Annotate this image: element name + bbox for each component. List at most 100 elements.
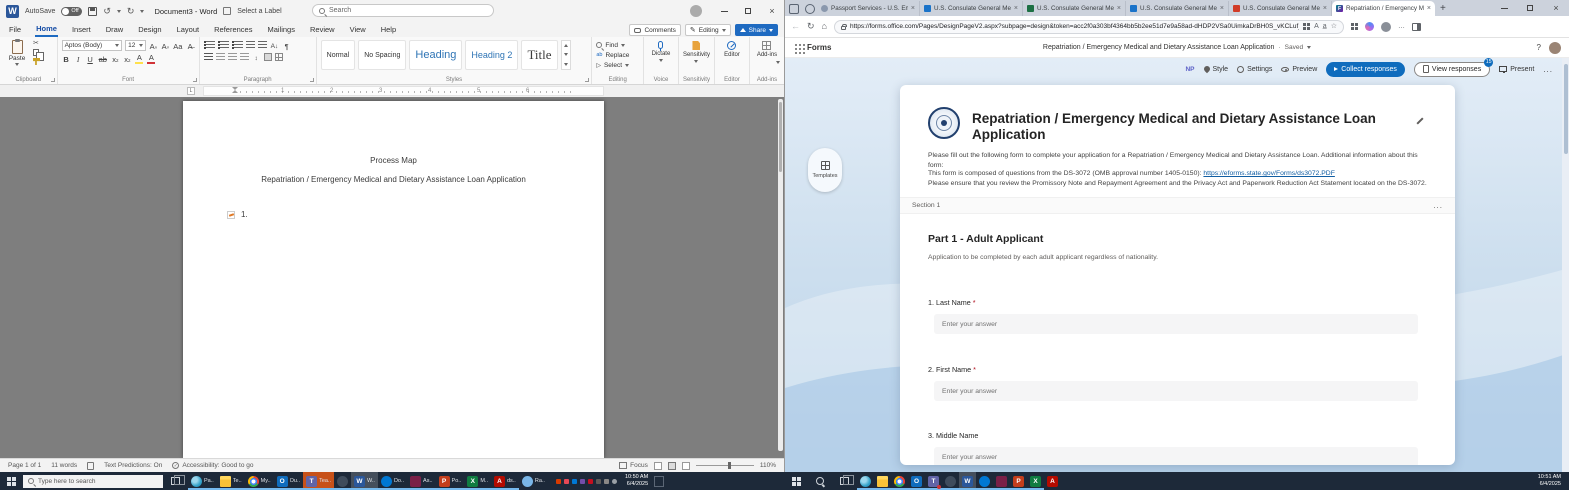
tab-review[interactable]: Review (309, 23, 336, 36)
styles-gallery-scroll[interactable] (561, 40, 571, 70)
shading-icon[interactable] (264, 53, 272, 61)
dialog-launcher-icon[interactable] (193, 78, 197, 82)
close-button[interactable]: × (1543, 0, 1569, 16)
taskbar-app-acrobat[interactable]: A (1044, 472, 1061, 490)
question-3-label[interactable]: 3. Middle Name (928, 431, 978, 440)
settings-button[interactable]: Settings (1237, 66, 1272, 73)
view-responses-button[interactable]: View responses15 (1414, 62, 1490, 77)
form-description-3[interactable]: Please ensure that you review the Promis… (928, 179, 1430, 189)
taskbar-app-explorer[interactable] (874, 472, 891, 490)
question-1-label[interactable]: 1. Last Name* (928, 298, 976, 307)
change-case-button[interactable]: Aa (173, 41, 183, 51)
autocorrect-options-icon[interactable] (227, 211, 235, 219)
question-3-input[interactable] (934, 447, 1418, 465)
editing-mode-button[interactable]: ✎Editing (685, 24, 731, 36)
taskbar-app-teams[interactable]: TTea.. (303, 472, 334, 490)
word-count[interactable]: 11 words (51, 462, 77, 469)
tab-forms-active[interactable]: F Repatriation / Emergency Medi × (1332, 1, 1435, 16)
share-button[interactable]: Share (735, 24, 778, 36)
font-color-button[interactable]: A (147, 53, 156, 64)
restore-button[interactable] (736, 0, 760, 22)
numbered-list-icon[interactable] (218, 41, 229, 49)
scrollbar-thumb[interactable] (1564, 64, 1568, 154)
user-avatar[interactable] (690, 5, 702, 17)
taskbar-app-onedrive[interactable]: Do.. (378, 472, 407, 490)
taskbar-app-excel[interactable]: X (1027, 472, 1044, 490)
browser-more-icon[interactable]: … (1398, 23, 1405, 30)
tab-mailings[interactable]: Mailings (266, 23, 296, 36)
search-icon[interactable] (816, 477, 824, 485)
editor-button[interactable]: Editor (719, 40, 745, 58)
taskbar-clock[interactable]: 10:51 AM 6/4/2025 (1538, 474, 1569, 488)
bold-button[interactable]: B (62, 54, 71, 64)
browser-scrollbar[interactable] (1562, 58, 1569, 472)
addins-button[interactable]: Add-ins (754, 40, 780, 58)
tab-layout[interactable]: Layout (176, 23, 201, 36)
undo-caret-icon[interactable] (117, 10, 121, 13)
tab-stop-selector[interactable]: L (187, 87, 195, 95)
taskbar-app-explorer[interactable]: Te.. (217, 472, 245, 490)
taskbar-app-outlook[interactable]: O (908, 472, 925, 490)
sensitivity-button[interactable]: Sensitivity (683, 40, 710, 63)
minimize-button[interactable] (712, 0, 736, 22)
increase-indent-icon[interactable] (258, 41, 267, 49)
strikethrough-button[interactable]: ab (98, 54, 108, 64)
select-button[interactable]: ▷Select (596, 60, 639, 70)
show-desktop-button[interactable] (654, 476, 664, 487)
tab-design[interactable]: Design (137, 23, 162, 36)
forms-user-avatar[interactable] (1549, 42, 1561, 54)
read-mode-button[interactable] (654, 462, 662, 470)
clear-formatting-button[interactable]: A̶ (186, 41, 195, 51)
taskbar-app-excel[interactable]: XM.. (464, 472, 491, 490)
tab-consulate-2[interactable]: U.S. Consulate General Melbou × (1023, 1, 1126, 16)
refresh-icon[interactable]: ↻ (807, 22, 815, 31)
tray-icon[interactable] (596, 479, 601, 484)
taskbar-app-onedrive[interactable] (976, 472, 993, 490)
taskbar-app-powerpoint[interactable]: P (1010, 472, 1027, 490)
style-no-spacing[interactable]: No Spacing (358, 40, 406, 70)
tray-icon[interactable] (588, 479, 593, 484)
underline-button[interactable]: U (86, 54, 95, 64)
form-title[interactable]: Repatriation / Emergency Medical and Die… (972, 111, 1397, 142)
focus-mode-button[interactable]: Focus (619, 462, 648, 469)
style-button[interactable]: Style (1204, 66, 1229, 73)
line-spacing-icon[interactable]: ↕ (252, 52, 261, 62)
tab-search-icon[interactable] (805, 4, 815, 14)
tab-view[interactable]: View (349, 23, 367, 36)
workspaces-icon[interactable] (789, 4, 799, 14)
taskbar-app-edge[interactable] (857, 472, 874, 490)
style-normal[interactable]: Normal (321, 40, 356, 70)
indent-markers[interactable] (232, 87, 238, 93)
taskbar-app-weather[interactable]: Ra.. (519, 472, 548, 490)
presence-initials[interactable]: NP (1185, 66, 1194, 73)
proofing-icon[interactable] (87, 462, 94, 470)
taskbar-app-chrome[interactable]: My.. (245, 472, 274, 490)
tab-references[interactable]: References (213, 23, 253, 36)
volume-icon[interactable] (612, 479, 617, 484)
font-size-combo[interactable]: 12 (125, 40, 146, 51)
question-1-input[interactable] (934, 314, 1418, 334)
edit-title-icon[interactable] (1415, 117, 1423, 125)
tab-consulate-3[interactable]: U.S. Consulate General Melbou × (1126, 1, 1229, 16)
dictate-button[interactable]: Dictate (648, 40, 674, 62)
read-aloud-icon[interactable]: A (1314, 23, 1319, 30)
redo-caret-icon[interactable] (140, 10, 144, 13)
undo-icon[interactable]: ↺ (103, 7, 111, 16)
borders-icon[interactable] (275, 53, 283, 61)
taskbar-app-teams[interactable]: T (925, 472, 942, 490)
taskbar-app-word[interactable]: W (959, 472, 976, 490)
print-layout-button[interactable] (668, 462, 676, 470)
taskbar-app-acrobat[interactable]: Ads.. (491, 472, 519, 490)
home-icon[interactable]: ⌂ (822, 22, 827, 31)
copilot-icon[interactable] (1365, 22, 1374, 31)
help-button[interactable]: ? (1537, 43, 1541, 52)
word-search-box[interactable]: Search (312, 4, 494, 17)
waffle-menu-icon[interactable] (795, 44, 797, 46)
forms-app-name[interactable]: Forms (807, 43, 831, 52)
section-header[interactable]: Section 1 ... (900, 197, 1455, 214)
zoom-level[interactable]: 110% (760, 462, 776, 469)
sort-icon[interactable]: A↓ (270, 40, 280, 50)
translate-icon[interactable]: a̲ (1323, 23, 1327, 30)
collect-responses-button[interactable]: Collect responses (1326, 62, 1405, 77)
extensions-icon[interactable] (1351, 23, 1358, 30)
